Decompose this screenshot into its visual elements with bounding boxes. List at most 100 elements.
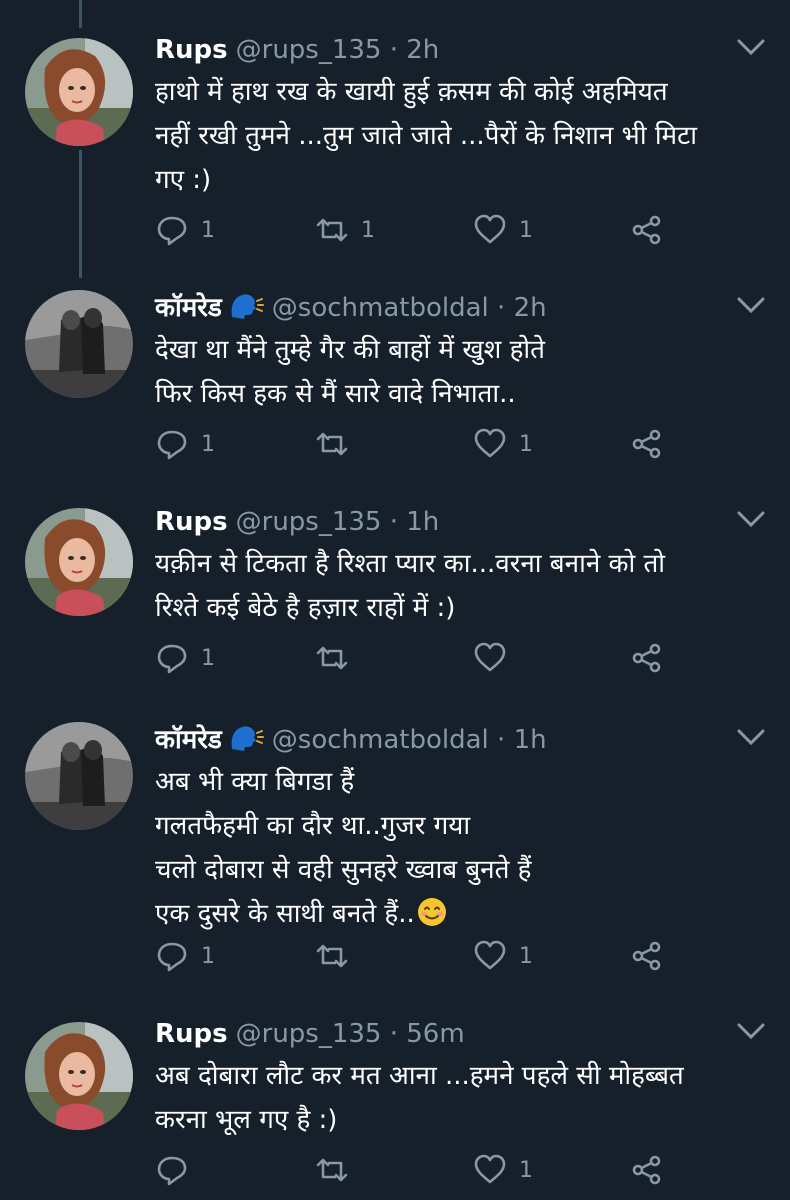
heart-icon bbox=[474, 940, 506, 970]
retweet-icon bbox=[316, 1158, 348, 1182]
heart-icon bbox=[474, 214, 506, 244]
timestamp[interactable]: 2h bbox=[406, 35, 439, 65]
tweet-text: हाथो में हाथ रख के खायी हुई क़सम की कोई … bbox=[155, 77, 697, 195]
woman-portrait-avatar-icon bbox=[25, 1022, 133, 1130]
retweet-icon bbox=[316, 944, 348, 968]
reply-count: 1 bbox=[201, 645, 215, 671]
separator-dot: · bbox=[389, 35, 398, 65]
tweet-text: अब दोबारा लौट कर मत आना ...हमने पहले सी … bbox=[155, 1061, 684, 1135]
separator-dot: · bbox=[497, 293, 506, 323]
tweet[interactable]: कॉमरेड @sochmatboldal · 1h अब भी क्या बिग… bbox=[0, 720, 790, 1000]
share-icon bbox=[632, 941, 661, 971]
tweet-header: कॉमरेड @sochmatboldal · 2h bbox=[155, 288, 547, 328]
retweet-icon bbox=[316, 646, 348, 670]
tweet[interactable]: Rups @rups_135 · 1h यक़ीन से टिकता है रिश… bbox=[0, 502, 790, 702]
avatar[interactable] bbox=[25, 38, 133, 146]
smiling-face-emoji-icon bbox=[417, 898, 446, 926]
retweet-button[interactable] bbox=[315, 1150, 361, 1190]
retweet-button[interactable]: 1 bbox=[315, 210, 375, 250]
share-button[interactable] bbox=[630, 424, 664, 464]
author-handle[interactable]: @sochmatboldal bbox=[272, 293, 489, 323]
woman-portrait-avatar-icon bbox=[25, 508, 133, 616]
share-icon bbox=[632, 643, 661, 673]
tweet-actions: 1 1 bbox=[155, 936, 675, 976]
like-count: 1 bbox=[519, 943, 533, 969]
retweet-icon bbox=[316, 432, 348, 456]
chevron-down-icon[interactable] bbox=[736, 294, 766, 316]
thread-line bbox=[79, 0, 82, 28]
tweet-header: कॉमरेड @sochmatboldal · 1h bbox=[155, 720, 547, 760]
share-icon bbox=[632, 1155, 661, 1185]
avatar[interactable] bbox=[25, 508, 133, 616]
speaking-head-emoji-icon bbox=[231, 726, 264, 751]
author-name[interactable]: कॉमरेड bbox=[155, 293, 222, 323]
like-count: 1 bbox=[519, 217, 533, 243]
like-button[interactable] bbox=[473, 638, 519, 678]
retweet-count: 1 bbox=[361, 217, 375, 243]
avatar[interactable] bbox=[25, 290, 133, 398]
reply-icon bbox=[157, 644, 187, 674]
couple-bw-photo-avatar-icon bbox=[25, 290, 133, 398]
separator-dot: · bbox=[389, 507, 398, 537]
tweet-actions: 1 1 bbox=[155, 424, 675, 464]
share-button[interactable] bbox=[630, 210, 664, 250]
author-name[interactable]: कॉमरेड bbox=[155, 725, 222, 755]
tweet-header: Rups @rups_135 · 2h bbox=[155, 30, 439, 70]
like-count: 1 bbox=[519, 1157, 533, 1183]
reply-count: 1 bbox=[201, 431, 215, 457]
reply-count: 1 bbox=[201, 943, 215, 969]
reply-button[interactable]: 1 bbox=[155, 210, 215, 250]
tweet[interactable]: कॉमरेड @sochmatboldal · 2h देखा था मैंने … bbox=[0, 288, 790, 488]
reply-count: 1 bbox=[201, 217, 215, 243]
like-button[interactable]: 1 bbox=[473, 424, 533, 464]
retweet-button[interactable] bbox=[315, 936, 361, 976]
timestamp[interactable]: 1h bbox=[514, 725, 547, 755]
separator-dot: · bbox=[389, 1019, 398, 1049]
share-icon bbox=[632, 215, 661, 245]
heart-icon bbox=[474, 1154, 506, 1184]
reply-button[interactable]: 1 bbox=[155, 424, 215, 464]
share-button[interactable] bbox=[630, 936, 664, 976]
author-handle[interactable]: @rups_135 bbox=[236, 507, 382, 537]
author-name[interactable]: Rups bbox=[155, 507, 228, 537]
heart-icon bbox=[474, 428, 506, 458]
reply-button[interactable] bbox=[155, 1150, 201, 1190]
reply-button[interactable]: 1 bbox=[155, 936, 215, 976]
share-icon bbox=[632, 429, 661, 459]
retweet-button[interactable] bbox=[315, 424, 361, 464]
like-button[interactable]: 1 bbox=[473, 936, 533, 976]
author-handle[interactable]: @rups_135 bbox=[236, 35, 382, 65]
tweet[interactable]: Rups @rups_135 · 56m अब दोबारा लौट कर मत … bbox=[0, 1014, 790, 1200]
tweet-text: देखा था मैंने तुम्हे गैर की बाहों में खु… bbox=[155, 335, 545, 409]
chevron-down-icon[interactable] bbox=[736, 508, 766, 530]
author-name[interactable]: Rups bbox=[155, 1019, 228, 1049]
tweet[interactable]: Rups @rups_135 · 2h हाथो में हाथ रख के खा… bbox=[0, 30, 790, 270]
timestamp[interactable]: 56m bbox=[406, 1019, 464, 1049]
timestamp[interactable]: 1h bbox=[406, 507, 439, 537]
conversation-timeline: Rups @rups_135 · 2h हाथो में हाथ रख के खा… bbox=[0, 0, 790, 1200]
woman-portrait-avatar-icon bbox=[25, 38, 133, 146]
retweet-button[interactable] bbox=[315, 638, 361, 678]
author-handle[interactable]: @rups_135 bbox=[236, 1019, 382, 1049]
share-button[interactable] bbox=[630, 1150, 664, 1190]
tweet-actions: 1 1 1 bbox=[155, 210, 675, 250]
author-name[interactable]: Rups bbox=[155, 35, 228, 65]
like-count: 1 bbox=[519, 431, 533, 457]
avatar[interactable] bbox=[25, 1022, 133, 1130]
heart-icon bbox=[474, 642, 506, 672]
chevron-down-icon[interactable] bbox=[736, 36, 766, 58]
share-button[interactable] bbox=[630, 638, 664, 678]
tweet-actions: 1 bbox=[155, 1150, 675, 1190]
reply-icon bbox=[157, 216, 187, 246]
avatar[interactable] bbox=[25, 722, 133, 830]
like-button[interactable]: 1 bbox=[473, 210, 533, 250]
author-handle[interactable]: @sochmatboldal bbox=[272, 725, 489, 755]
reply-icon bbox=[157, 1156, 187, 1186]
timestamp[interactable]: 2h bbox=[514, 293, 547, 323]
speaking-head-emoji-icon bbox=[231, 294, 264, 319]
chevron-down-icon[interactable] bbox=[736, 1020, 766, 1042]
like-button[interactable]: 1 bbox=[473, 1150, 533, 1190]
reply-button[interactable]: 1 bbox=[155, 638, 215, 678]
separator-dot: · bbox=[497, 725, 506, 755]
chevron-down-icon[interactable] bbox=[736, 726, 766, 748]
